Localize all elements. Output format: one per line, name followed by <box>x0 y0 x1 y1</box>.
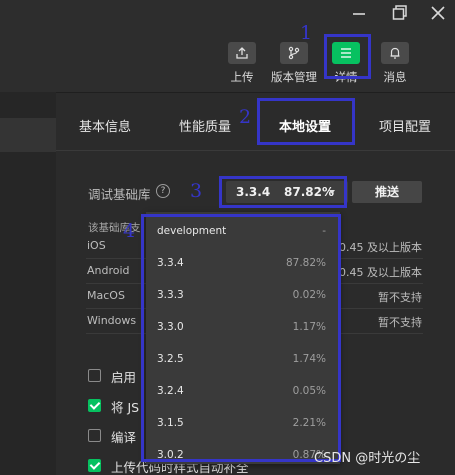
close-icon[interactable] <box>430 4 446 27</box>
js-checkbox-label: 将 JS <box>111 400 140 415</box>
tab-performance[interactable]: 性能质量 <box>179 116 231 135</box>
os-support: 暂不支持 <box>378 316 422 329</box>
minimize-icon[interactable] <box>352 4 366 25</box>
toolbar-divider <box>0 92 455 93</box>
maximize-icon[interactable] <box>392 4 408 27</box>
branch-icon <box>280 42 308 64</box>
enable-checkbox-label: 启用 <box>111 370 137 385</box>
tab-basic-info[interactable]: 基本信息 <box>79 116 131 135</box>
left-pane-selected-row[interactable] <box>0 118 56 152</box>
debug-lib-label: 调试基础库 <box>88 187 151 202</box>
annotation-box-3 <box>219 176 347 208</box>
annotation-number-4: 4 <box>123 220 136 242</box>
os-name: Windows <box>87 314 137 327</box>
top-toolbar: 上传 版本管理 详情 消息 <box>0 0 455 92</box>
bell-icon <box>381 42 409 64</box>
os-support: 暂不支持 <box>378 291 422 304</box>
messages-button[interactable]: 消息 <box>375 42 415 84</box>
version-manage-label: 版本管理 <box>271 70 317 84</box>
annotation-box-4 <box>141 214 341 462</box>
os-name: Android <box>87 264 130 277</box>
messages-label: 消息 <box>383 70 407 84</box>
upload-label: 上传 <box>230 70 254 84</box>
annotation-number-2: 2 <box>239 106 252 128</box>
os-support: 0.45 及以上版本 <box>339 241 422 254</box>
help-icon[interactable]: ? <box>156 184 170 198</box>
compile-checkbox[interactable] <box>88 429 101 442</box>
push-button[interactable]: 推送 <box>352 181 422 203</box>
annotation-box-2 <box>257 98 355 145</box>
annotation-number-1: 1 <box>300 22 313 44</box>
autoprefix-checkbox[interactable] <box>88 459 101 472</box>
watermark: CSDN @时光の尘 <box>314 451 421 466</box>
tab-divider <box>56 150 455 151</box>
compile-checkbox-label: 编译 <box>111 430 137 445</box>
tab-project-config[interactable]: 项目配置 <box>379 116 431 135</box>
upload-icon <box>228 42 256 64</box>
os-name: iOS <box>87 239 106 252</box>
upload-button[interactable]: 上传 <box>222 42 262 84</box>
os-name: MacOS <box>87 289 125 302</box>
enable-checkbox[interactable] <box>88 369 101 382</box>
js-checkbox[interactable] <box>88 399 101 412</box>
annotation-number-3: 3 <box>190 180 203 202</box>
annotation-box-1 <box>324 34 371 79</box>
version-manage-button[interactable]: 版本管理 <box>271 42 317 84</box>
os-support: 0.45 及以上版本 <box>339 266 422 279</box>
